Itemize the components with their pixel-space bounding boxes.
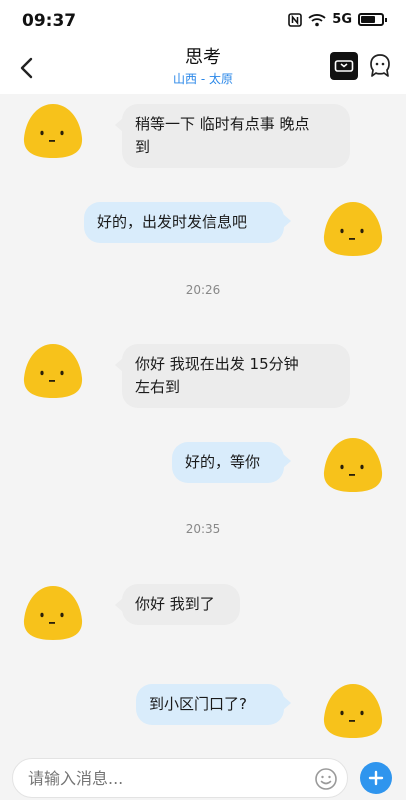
signal-indicator: 5G xyxy=(332,12,352,27)
chat-area[interactable]: 稍等一下 临时有点事 晚点 到 好的，出发时发信息吧 20:26 你好 我现在出… xyxy=(0,94,406,750)
my-avatar[interactable] xyxy=(322,682,384,740)
my-avatar[interactable] xyxy=(322,436,384,494)
message-bubble-outgoing[interactable]: 好的，等你 xyxy=(172,442,291,483)
message-text: 稍等一下 临时有点事 晚点 xyxy=(135,115,310,133)
message-bubble-outgoing[interactable]: 到小区门口了? xyxy=(136,684,291,725)
message-bubble-incoming[interactable]: 你好 我到了 xyxy=(115,584,240,625)
message-bubble-incoming[interactable]: 你好 我现在出发 15分钟 左右到 xyxy=(115,344,350,408)
input-bar xyxy=(0,750,406,800)
emoji-icon[interactable] xyxy=(314,767,338,791)
chat-header: 思考 山西 - 太原 xyxy=(0,42,406,94)
profile-button[interactable] xyxy=(366,52,394,80)
message-text: 到小区门口了? xyxy=(149,695,247,713)
timestamp: 20:35 xyxy=(185,522,221,536)
location-subtitle: 山西 - 太原 xyxy=(173,72,233,86)
status-icons: 5G xyxy=(288,12,387,27)
message-text: 你好 我现在出发 15分钟 xyxy=(135,355,299,373)
my-avatar[interactable] xyxy=(322,200,384,258)
back-button[interactable] xyxy=(10,50,42,86)
nfc-icon xyxy=(288,12,303,27)
video-call-button[interactable] xyxy=(330,52,358,80)
timestamp: 20:26 xyxy=(185,283,221,297)
back-icon xyxy=(20,57,33,79)
message-text: 好的，出发时发信息吧 xyxy=(97,213,248,231)
plus-icon xyxy=(368,770,384,786)
video-call-icon xyxy=(334,60,354,72)
status-time: 09:37 xyxy=(22,11,77,31)
title-block: 思考 山西 - 太原 xyxy=(100,46,306,88)
profile-icon xyxy=(370,54,390,77)
message-text: 你好 我到了 xyxy=(135,595,215,613)
contact-avatar[interactable] xyxy=(22,102,84,160)
message-bubble-incoming[interactable]: 稍等一下 临时有点事 晚点 到 xyxy=(115,104,350,168)
message-text: 好的，等你 xyxy=(185,453,261,471)
add-button[interactable] xyxy=(360,762,392,794)
status-bar: 09:37 5G xyxy=(0,0,406,42)
message-input[interactable] xyxy=(12,758,348,798)
message-text: 左右到 xyxy=(135,378,181,396)
message-text: 到 xyxy=(135,138,151,156)
contact-avatar[interactable] xyxy=(22,584,84,642)
contact-avatar[interactable] xyxy=(22,342,84,400)
page-title: 思考 xyxy=(185,47,221,68)
message-bubble-outgoing[interactable]: 好的，出发时发信息吧 xyxy=(84,202,291,243)
wifi-icon xyxy=(308,13,326,26)
battery-icon xyxy=(358,13,387,26)
